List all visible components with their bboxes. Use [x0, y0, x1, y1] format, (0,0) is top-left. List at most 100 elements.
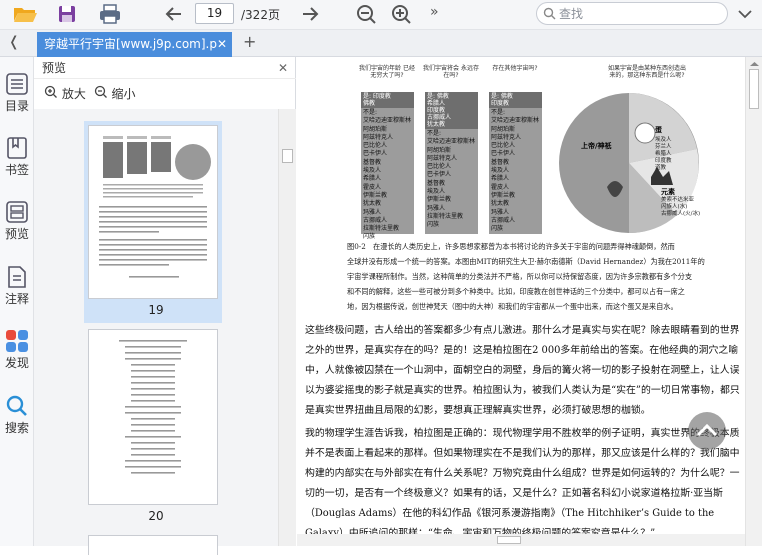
sidebar-item-preview[interactable]: 预览 [0, 200, 34, 242]
thumbnail-page-19[interactable] [88, 125, 218, 299]
save-icon[interactable] [56, 3, 82, 25]
zoom-in-small-icon [44, 85, 57, 98]
tab-close-icon[interactable]: ✕ [217, 32, 227, 57]
panel-scrollbar[interactable] [278, 109, 296, 546]
figure-list-item: 巴卡伊人 [427, 171, 452, 179]
figure-list-item: 阿胡珀斯 [363, 125, 388, 133]
tab-title: 穿越平行宇宙[www.j9p.com].p [44, 37, 217, 51]
discover-icon [6, 330, 28, 352]
figure-list-item: 霍皮人 [363, 183, 382, 191]
document-scrollbar[interactable] [745, 57, 762, 546]
caption-line: 图0-2 在漫长的人类历史上，许多思想家都曾为本书将讨论的许多关于宇宙的问题弄得… [347, 242, 675, 251]
pie-label-egg: 蛋 [655, 126, 662, 134]
zoom-in-icon[interactable] [390, 3, 416, 25]
sidebar-item-toc[interactable]: 目录 [0, 72, 34, 114]
zoom-out-label: 缩小 [111, 87, 136, 101]
figure-caption: 图0-2 在漫长的人类历史上，许多思想家都曾为本书将讨论的许多关于宇宙的问题弄得… [347, 239, 709, 314]
annotation-icon [8, 266, 26, 288]
document-scroll-thumb[interactable] [749, 69, 759, 109]
figure-no-list: 不是: 艾哈迈迪亚穆斯林 阿胡珀斯 阿兹特克人 巴比伦人 巴卡伊人 基督教 埃及人 希腊人 霍皮… [361, 108, 414, 243]
figure-list-item: 古挪威人 [363, 216, 388, 224]
figure-items: 艾哈迈迪亚穆斯林 阿胡珀斯 阿兹特克人 巴比伦人 巴卡伊人 基督教 埃及人 希腊人 霍皮人 伊斯兰… [491, 117, 540, 233]
figure-list-item: 艾哈迈迪亚穆斯林 [427, 138, 476, 146]
figure-no-list: 不是: 艾哈迈迪亚穆斯林 阿胡珀斯 阿兹特克人 巴比伦人 巴卡伊人 基督教 埃及人 伊斯兰教玛… [425, 129, 478, 231]
chevron-up-icon [696, 423, 718, 437]
sidebar-item-annotation[interactable]: 注释 [0, 265, 34, 307]
figure-list-item: 阿兹特克人 [491, 133, 522, 141]
figure-list-item: 闪族 [491, 225, 504, 233]
figure-no-list: 不是: 艾哈迈迪亚穆斯林 阿胡珀斯 阿兹特克人 巴比伦人 巴卡伊人 基督教 埃及人 希腊人 霍皮… [489, 108, 542, 234]
zoom-controls: 放大 缩小 [44, 85, 136, 102]
toolbar: 19 /322页 » [0, 0, 762, 30]
search-options-icon[interactable] [734, 3, 760, 25]
figure-yes-list: 是: 佛教 希腊人 印度教 古挪威人 犹太教 [425, 92, 478, 129]
figure-column-heading: 我们宇宙的年龄 已经无穷大了吗? [359, 65, 415, 79]
paragraph: 这些终极问题，古人给出的答案都多少有点儿激进。那什么才是真实与实在呢？除去眼睛看… [305, 325, 740, 416]
figure-column-heading: 我们宇宙将会 永远存在吗? [423, 65, 479, 79]
scroll-up-arrow-icon[interactable] [746, 59, 762, 69]
figure-0-2: 我们宇宙的年龄 已经无穷大了吗? 我们宇宙将会 永远存在吗? 存在其他宇宙吗? … [359, 65, 704, 240]
prev-page-icon[interactable] [161, 3, 187, 25]
bookmark-icon [7, 137, 27, 159]
thumbnail-page-20[interactable] [88, 329, 218, 505]
figure-list-item: 巴卡伊人 [363, 150, 388, 158]
figure-list-item: 阿兹特克人 [427, 154, 458, 162]
sidebar-item-label: 目录 [4, 99, 29, 113]
document-h-scrollbar[interactable] [297, 534, 745, 546]
panel-scroll-thumb[interactable] [282, 149, 293, 163]
new-tab-icon[interactable]: + [243, 32, 256, 51]
figure-list-item: 基督教 [491, 158, 510, 166]
search-input[interactable] [559, 5, 719, 22]
caption-line: 地，因为根据传说，创世神梵天（图中的大神）和我们的宇宙都从一个蛋中出来，而这个蛋… [347, 302, 678, 311]
figure-list-item: 希腊人 [363, 175, 382, 183]
pie-element-list: 美索不达米亚 闪族人(水) 古挪威人(火/冰) [661, 197, 701, 217]
figure-list-item: 伊斯兰教 [427, 196, 452, 204]
tab-bar: ❬ 穿越平行宇宙[www.j9p.com].p ✕ + [0, 30, 762, 57]
h-scroll-thumb[interactable] [497, 536, 521, 544]
zoom-out-button[interactable]: 缩小 [94, 85, 136, 102]
sidebar-item-label: 注释 [4, 292, 29, 306]
sidebar-item-label: 搜索 [4, 421, 29, 435]
figure-list-item: 艾哈迈迪亚穆斯林 [491, 117, 540, 125]
zoom-out-icon[interactable] [355, 3, 381, 25]
figure-list-item: 阿胡珀斯 [427, 146, 452, 154]
more-tools-icon[interactable]: » [430, 4, 439, 20]
figure-list-item: 艾哈迈迪亚穆斯林 [363, 117, 412, 125]
print-icon[interactable] [97, 3, 123, 25]
tab-document[interactable]: 穿越平行宇宙[www.j9p.com].p ✕ [37, 32, 232, 57]
panel-header: 预览 ✕ [34, 57, 296, 79]
next-page-icon[interactable] [297, 3, 323, 25]
preview-icon [6, 201, 28, 223]
figure-items: 艾哈迈迪亚穆斯林 阿胡珀斯 阿兹特克人 巴比伦人 巴卡伊人 基督教 埃及人 伊斯兰教 玛雅人 拉斯… [427, 138, 476, 229]
thumbnail-page-21[interactable] [88, 535, 218, 555]
sidebar-item-bookmark[interactable]: 书签 [0, 136, 34, 178]
figure-list-item: 古挪威人 [491, 216, 516, 224]
scroll-to-top-button[interactable] [688, 412, 726, 450]
figure-yes-list: 是: 印度教 佛教 [361, 92, 414, 108]
sidebar-item-label: 发现 [4, 356, 29, 370]
zoom-in-button[interactable]: 放大 [44, 85, 86, 102]
figure-list-item: 玛雅人 [363, 208, 382, 216]
figure-list-item: 犹太教 [491, 200, 510, 208]
sidebar-item-search[interactable]: 搜索 [0, 394, 34, 436]
panel-close-icon[interactable]: ✕ [278, 57, 288, 79]
figure-list-item: 犹太教 [363, 200, 382, 208]
sidebar-item-discover[interactable]: 发现 [0, 329, 34, 371]
figure-list-item: 闪族 [427, 221, 440, 229]
search-box[interactable] [536, 2, 728, 25]
zoom-in-label: 放大 [61, 87, 86, 101]
page-number-input[interactable]: 19 [195, 3, 234, 24]
figure-list-item: 阿胡珀斯 [491, 125, 516, 133]
left-sidebar: 目录 书签 预览 注释 发现 搜索 [0, 57, 34, 546]
panel-title: 预览 [42, 61, 67, 75]
figure-yes-list: 是: 佛教 印度教 [489, 92, 542, 108]
page-total: /322页 [241, 8, 280, 22]
toc-icon [6, 73, 28, 95]
sidebar-item-label: 书签 [4, 163, 29, 177]
zoom-out-small-icon [94, 85, 107, 98]
collapse-sidebar-icon[interactable]: ❬ [8, 34, 20, 50]
open-folder-icon[interactable] [12, 3, 38, 25]
figure-items: 艾哈迈迪亚穆斯林 阿胡珀斯 阿兹特克人 巴比伦人 巴卡伊人 基督教 埃及人 希腊人 霍皮人 伊斯兰… [363, 117, 412, 241]
pie-label-element: 元素 [661, 188, 675, 196]
figure-list-item: 基督教 [363, 158, 382, 166]
